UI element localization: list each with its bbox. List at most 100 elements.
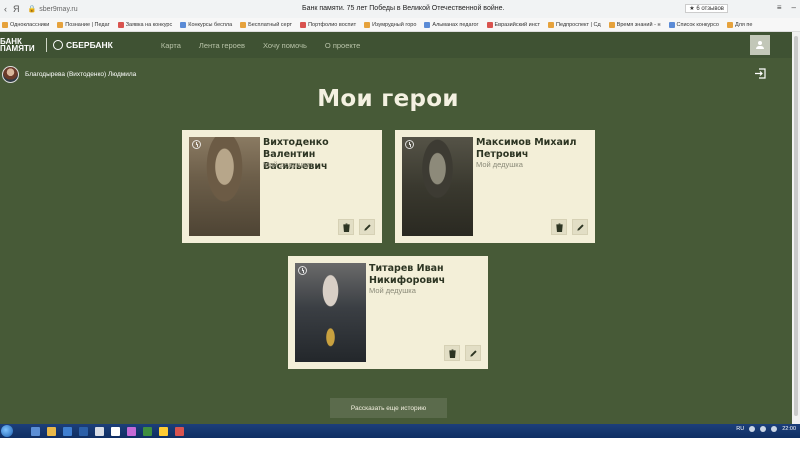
volume-icon[interactable]: [771, 426, 778, 432]
app-icon[interactable]: [175, 426, 184, 436]
nav-link-want-to-help[interactable]: Хочу помочь: [263, 41, 307, 50]
bookmark-item[interactable]: Время знаний - н: [608, 21, 661, 28]
screen-bottom: [0, 438, 800, 450]
bookmark-item[interactable]: Изумрудный горо: [364, 21, 416, 28]
edit-button[interactable]: [465, 345, 481, 361]
app-icon[interactable]: [143, 426, 152, 436]
hero-photo: [402, 137, 473, 236]
bookmark-item[interactable]: Портфолио воспит: [300, 21, 356, 28]
main-content: Благодырева (Вихтоденко) Людмила Мои гер…: [0, 58, 792, 424]
nav-link-heroes-feed[interactable]: Лента героев: [199, 41, 245, 50]
bookmark-icon: [548, 21, 555, 28]
pencil-icon: [576, 223, 584, 231]
bookmark-item[interactable]: Список конкурсо: [668, 21, 719, 28]
bookmark-icon: [486, 21, 493, 28]
bookmark-icon: [668, 21, 675, 28]
nav-link-about[interactable]: О проекте: [325, 41, 360, 50]
bookmark-icon: [2, 21, 8, 28]
bookmark-icon: [240, 21, 247, 28]
bank-pamyati-logo[interactable]: БАНК ПАМЯТИ: [0, 38, 40, 53]
minimize-icon[interactable]: –: [792, 3, 796, 12]
delete-button[interactable]: [551, 219, 567, 235]
url-text: sber9may.ru: [39, 5, 78, 13]
reviews-badge[interactable]: ★ 6 отзывов: [685, 4, 728, 13]
user-profile: Благодырева (Вихтоденко) Людмила: [2, 66, 136, 83]
system-tray: RU 22:00: [736, 426, 796, 432]
app-icon[interactable]: [127, 426, 136, 436]
edit-button[interactable]: [572, 219, 588, 235]
bookmark-item[interactable]: Познание | Педаг: [57, 21, 110, 28]
hero-photo: [189, 137, 260, 236]
delete-button[interactable]: [444, 345, 460, 361]
bookmark-icon: [57, 21, 64, 28]
bookmark-item[interactable]: Альманах педагог: [424, 21, 479, 28]
os-taskbar: RU 22:00: [0, 424, 800, 438]
tray-icon[interactable]: [749, 426, 756, 432]
delete-button[interactable]: [338, 219, 354, 235]
bookmark-icon: [300, 21, 307, 28]
hero-card[interactable]: Вихтоденко Валентин Васильевич Мой дедуш…: [182, 130, 382, 243]
browser-toolbar: ‹ Я 🔒 sber9may.ru Банк памяти. 75 лет По…: [0, 0, 800, 18]
bookmark-item[interactable]: Одноклассники: [2, 21, 49, 28]
browser-nav: ‹ Я: [0, 4, 20, 14]
taskbar-apps: [31, 426, 184, 436]
bookmark-icon: [364, 21, 371, 28]
bookmark-item[interactable]: Заявка на конкурс: [117, 21, 172, 28]
bookmark-icon: [117, 21, 124, 28]
chrome-icon[interactable]: [111, 426, 120, 436]
trash-icon: [448, 348, 456, 358]
bookmark-item[interactable]: Педпроспект | Сд: [548, 21, 601, 28]
hero-card[interactable]: Максимов Михаил Петрович Мой дедушка: [395, 130, 595, 243]
edit-button[interactable]: [359, 219, 375, 235]
main-nav: Карта Лента героев Хочу помочь О проекте: [161, 41, 360, 50]
address-bar[interactable]: 🔒 sber9may.ru: [27, 5, 78, 14]
avatar[interactable]: [2, 66, 19, 83]
pencil-icon: [363, 223, 371, 231]
clock-icon: [405, 140, 414, 149]
start-button-icon[interactable]: [1, 425, 13, 437]
network-icon[interactable]: [760, 426, 767, 432]
bookmark-item[interactable]: Евразийский инст: [486, 21, 540, 28]
scrollbar-thumb[interactable]: [794, 36, 798, 416]
lock-icon: 🔒: [27, 6, 37, 13]
profile-name: Благодырева (Вихтоденко) Людмила: [25, 71, 137, 78]
hero-photo: [295, 263, 366, 362]
bookmark-item[interactable]: Бесплатный серт: [240, 21, 292, 28]
folder-icon[interactable]: [47, 426, 56, 436]
ie-icon[interactable]: [63, 426, 72, 436]
logout-icon[interactable]: [754, 68, 766, 79]
explorer-icon[interactable]: [31, 426, 40, 436]
bookmark-item[interactable]: Для пе: [726, 21, 752, 28]
menu-icon[interactable]: ≡: [777, 3, 782, 12]
bookmark-icon: [726, 21, 733, 28]
sberbank-logo-text: СБЕРБАНК: [66, 40, 113, 50]
word-icon[interactable]: [79, 426, 88, 436]
trash-icon: [555, 222, 563, 232]
pencil-icon: [469, 349, 477, 357]
yandex-browser-icon[interactable]: [159, 426, 168, 436]
bookmark-icon: [180, 21, 187, 28]
clock-icon: [192, 140, 201, 149]
sberbank-logo[interactable]: СБЕРБАНК: [53, 40, 113, 50]
nav-link-map[interactable]: Карта: [161, 41, 181, 50]
app-icon[interactable]: [95, 426, 104, 436]
back-icon[interactable]: ‹: [4, 4, 7, 14]
sberbank-logo-icon: [53, 40, 63, 50]
clock-time[interactable]: 22:00: [782, 426, 796, 432]
bookmark-icon: [424, 21, 431, 28]
language-indicator[interactable]: RU: [736, 426, 744, 432]
hero-name: Титарев Иван Никифорович: [369, 263, 446, 286]
user-icon: [756, 41, 764, 49]
user-menu-button[interactable]: [750, 35, 770, 55]
window-controls: ≡ –: [777, 3, 796, 12]
hero-card[interactable]: Титарев Иван Никифорович Мой дедушка: [288, 256, 488, 369]
page-scrollbar[interactable]: [792, 32, 800, 424]
browser-page-title: Банк памяти. 75 лет Победы в Великой Оте…: [302, 5, 505, 12]
page-title: Мои герои: [317, 86, 459, 112]
site-header: БАНК ПАМЯТИ СБЕРБАНК Карта Лента героев …: [0, 32, 792, 58]
yandex-icon[interactable]: Я: [13, 4, 20, 14]
hero-relation: Мой дедушка: [476, 160, 523, 169]
bookmark-item[interactable]: Конкурсы беспла: [180, 21, 232, 28]
bookmarks-bar: Одноклассники Познание | Педаг Заявка на…: [0, 18, 800, 32]
tell-another-story-button[interactable]: Рассказать еще историю: [330, 398, 447, 418]
